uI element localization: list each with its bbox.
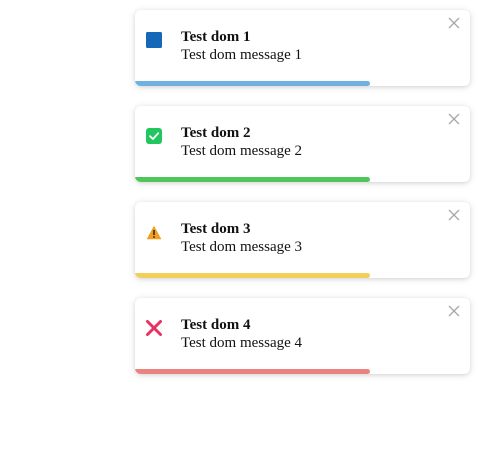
toast-message: Test dom message 3 — [181, 239, 303, 255]
close-icon[interactable] — [448, 16, 460, 29]
close-icon[interactable] — [448, 208, 460, 221]
close-icon[interactable] — [448, 304, 460, 317]
check-square-icon — [145, 127, 163, 145]
toast-text: Test dom 1 Test dom message 1 — [181, 28, 440, 64]
toast-success: Test dom 2 Test dom message 2 — [135, 106, 470, 182]
toast-progress-bar — [135, 369, 370, 374]
toast-progress-bar — [135, 81, 370, 86]
toast-info: Test dom 1 Test dom message 1 — [135, 10, 470, 86]
warning-triangle-icon — [145, 223, 163, 241]
toast-error: Test dom 4 Test dom message 4 — [135, 298, 470, 374]
close-icon[interactable] — [448, 112, 460, 125]
toast-text: Test dom 3 Test dom message 3 — [181, 220, 440, 256]
toast-progress-bar — [135, 273, 370, 278]
toast-title: Test dom 4 — [181, 317, 251, 333]
toast-stack: Test dom 1 Test dom message 1 Test dom 2… — [135, 10, 470, 394]
toast-text: Test dom 4 Test dom message 4 — [181, 316, 440, 352]
toast-title: Test dom 1 — [181, 29, 251, 45]
error-x-icon — [145, 319, 163, 337]
info-square-icon — [145, 31, 163, 49]
toast-message: Test dom message 1 — [181, 47, 303, 63]
toast-message: Test dom message 2 — [181, 143, 303, 159]
toast-message: Test dom message 4 — [181, 335, 303, 351]
toast-title: Test dom 2 — [181, 125, 251, 141]
toast-progress-bar — [135, 177, 370, 182]
toast-text: Test dom 2 Test dom message 2 — [181, 124, 440, 160]
toast-title: Test dom 3 — [181, 221, 251, 237]
toast-warning: Test dom 3 Test dom message 3 — [135, 202, 470, 278]
